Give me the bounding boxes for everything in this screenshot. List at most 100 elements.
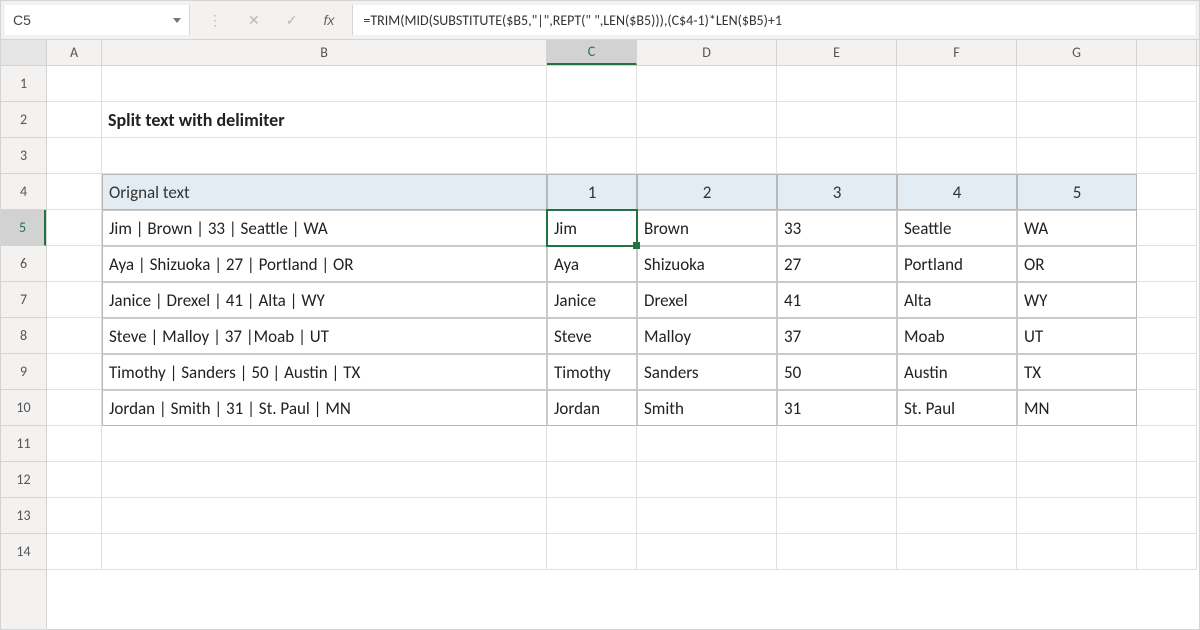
row-header[interactable]: 14 (1, 534, 46, 570)
table-header[interactable]: 4 (897, 174, 1017, 210)
cell[interactable] (547, 498, 637, 534)
cell[interactable] (777, 534, 897, 570)
cell[interactable] (1137, 210, 1197, 246)
row-header[interactable]: 8 (1, 318, 46, 354)
cell[interactable] (1137, 534, 1197, 570)
cell[interactable] (897, 66, 1017, 102)
cell[interactable] (47, 354, 102, 390)
cell[interactable] (547, 102, 637, 138)
row-header[interactable]: 11 (1, 426, 46, 462)
cell[interactable] (1017, 66, 1137, 102)
enter-icon[interactable]: ✓ (286, 12, 298, 29)
table-cell[interactable]: Austin (897, 354, 1017, 390)
table-cell[interactable]: Shizuoka (637, 246, 777, 282)
col-header-b[interactable]: B (102, 40, 547, 65)
table-cell[interactable]: Seattle (897, 210, 1017, 246)
cell[interactable] (547, 462, 637, 498)
cell[interactable] (637, 102, 777, 138)
table-cell[interactable]: 33 (777, 210, 897, 246)
cell[interactable] (102, 462, 547, 498)
cell[interactable] (1017, 102, 1137, 138)
cell[interactable] (102, 534, 547, 570)
cell[interactable] (777, 462, 897, 498)
table-header[interactable]: 3 (777, 174, 897, 210)
row-header[interactable]: 12 (1, 462, 46, 498)
table-cell[interactable]: Jim | Brown | 33 | Seattle | WA (102, 210, 547, 246)
cell[interactable] (102, 498, 547, 534)
select-all-corner[interactable] (1, 40, 47, 65)
cell[interactable] (897, 534, 1017, 570)
cell[interactable] (1137, 354, 1197, 390)
cell[interactable] (1137, 66, 1197, 102)
cell[interactable] (1137, 390, 1197, 426)
cell[interactable] (1017, 534, 1137, 570)
formula-input[interactable]: =TRIM(MID(SUBSTITUTE($B5,"|",REPT(" ",LE… (352, 5, 1195, 35)
row-header[interactable]: 3 (1, 138, 46, 174)
cell[interactable] (897, 462, 1017, 498)
table-cell[interactable]: Alta (897, 282, 1017, 318)
table-cell[interactable]: St. Paul (897, 390, 1017, 426)
cell[interactable] (102, 138, 547, 174)
cell[interactable] (897, 102, 1017, 138)
row-header[interactable]: 10 (1, 390, 46, 426)
table-cell[interactable]: Portland (897, 246, 1017, 282)
cell[interactable] (1137, 138, 1197, 174)
cell[interactable] (102, 66, 547, 102)
cell[interactable] (47, 498, 102, 534)
fx-icon[interactable]: fx (323, 12, 334, 28)
table-cell[interactable]: Steve | Malloy | 37 |Moab | UT (102, 318, 547, 354)
col-header-g[interactable]: G (1017, 40, 1137, 65)
cell[interactable] (47, 318, 102, 354)
cell[interactable] (47, 534, 102, 570)
cell[interactable] (637, 426, 777, 462)
table-header[interactable]: 5 (1017, 174, 1137, 210)
cell[interactable] (47, 390, 102, 426)
cell[interactable] (47, 66, 102, 102)
cell[interactable] (1137, 102, 1197, 138)
cell[interactable] (897, 498, 1017, 534)
table-cell[interactable]: MN (1017, 390, 1137, 426)
table-cell[interactable]: Timothy | Sanders | 50 | Austin | TX (102, 354, 547, 390)
table-cell[interactable]: WA (1017, 210, 1137, 246)
row-header[interactable]: 4 (1, 174, 46, 210)
cell[interactable] (777, 66, 897, 102)
cell[interactable] (777, 498, 897, 534)
cell[interactable] (777, 426, 897, 462)
table-cell[interactable]: Moab (897, 318, 1017, 354)
cell[interactable] (47, 210, 102, 246)
cell[interactable] (47, 462, 102, 498)
cell[interactable] (47, 174, 102, 210)
cell[interactable] (547, 426, 637, 462)
cell[interactable] (547, 138, 637, 174)
row-header[interactable]: 6 (1, 246, 46, 282)
cell[interactable] (47, 138, 102, 174)
col-header-a[interactable]: A (47, 40, 102, 65)
cell[interactable] (1137, 318, 1197, 354)
table-cell[interactable]: Malloy (637, 318, 777, 354)
row-header[interactable]: 13 (1, 498, 46, 534)
row-header[interactable]: 5 (1, 210, 46, 246)
cell[interactable] (47, 102, 102, 138)
chevron-down-icon[interactable] (173, 18, 181, 23)
cell[interactable] (1137, 282, 1197, 318)
table-header[interactable]: Orignal text (102, 174, 547, 210)
cell[interactable] (1017, 426, 1137, 462)
table-cell[interactable]: TX (1017, 354, 1137, 390)
table-cell[interactable]: Jordan | Smith | 31 | St. Paul | MN (102, 390, 547, 426)
row-header[interactable]: 2 (1, 102, 46, 138)
cell-grid[interactable]: Split text with delimiter Orignal text 1… (47, 66, 1199, 629)
page-title[interactable]: Split text with delimiter (102, 102, 547, 138)
table-cell[interactable]: 41 (777, 282, 897, 318)
cell[interactable] (897, 426, 1017, 462)
col-header-blank[interactable] (1137, 40, 1197, 65)
col-header-e[interactable]: E (777, 40, 897, 65)
cell[interactable] (1017, 138, 1137, 174)
cell[interactable] (637, 138, 777, 174)
table-cell[interactable]: Jordan (547, 390, 637, 426)
table-cell[interactable]: UT (1017, 318, 1137, 354)
cell[interactable] (1137, 462, 1197, 498)
table-cell[interactable]: Janice | Drexel | 41 | Alta | WY (102, 282, 547, 318)
table-cell[interactable]: Timothy (547, 354, 637, 390)
cell[interactable] (547, 66, 637, 102)
cell[interactable] (637, 498, 777, 534)
